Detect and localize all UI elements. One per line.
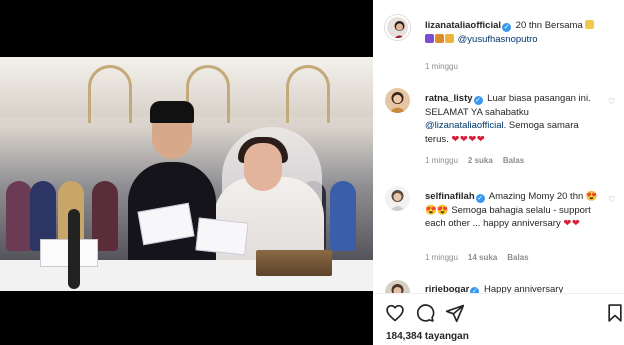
wedding-photo [0,57,373,291]
comment-text: selfinafilah ✓ Amazing Momy 20 thn 😍😍😍 Se… [425,190,600,231]
photo-arch [286,65,330,123]
microphone [68,209,80,289]
comment-time[interactable]: 1 minggu [425,156,458,165]
pray-emoji-icon [445,33,454,43]
reply-button[interactable]: Balas [503,156,524,165]
caption-meta: 1 minggu [425,62,458,71]
comment-mention[interactable]: @lizanataliaofficial [425,120,504,131]
guest-figure [6,181,32,251]
photo-arch [88,65,132,123]
comment-meta: 1 minggu 2 suka Balas [425,156,524,165]
marriage-book [195,217,249,256]
caption-mention[interactable]: @yusufhasnoputro [458,34,538,45]
comment-item: selfinafilah ✓ Amazing Momy 20 thn 😍😍😍 Se… [385,186,616,271]
comment-icon[interactable] [415,303,435,323]
comment-item: ratna_listy ✓ Luar biasa pasangan ini. SE… [385,88,616,173]
family-emoji-icon [425,33,434,43]
bouquet-emoji-icon [585,20,595,29]
comment-username[interactable]: ririebogar [425,284,469,293]
guest-figure [330,181,356,251]
bride-face [244,143,282,191]
avatar[interactable] [385,88,410,113]
caption-time[interactable]: 1 minggu [425,62,458,71]
comment-body: Happy anniversary [484,284,564,293]
caption-body: 20 thn Bersama [515,20,583,31]
post-media[interactable] [0,0,373,345]
comment-username[interactable]: ratna_listy [425,93,473,104]
like-comment-heart-icon[interactable]: ♡ [608,196,616,204]
bookmark-icon[interactable] [605,303,624,323]
avatar[interactable] [385,280,410,293]
wooden-box [256,250,332,276]
comment-item: ririebogar ✓ Happy anniversary [385,280,616,293]
like-comment-heart-icon[interactable]: ♡ [608,98,616,106]
comment-likes[interactable]: 2 suka [468,156,493,165]
post-actions [385,303,622,323]
comment-meta: 1 minggu 14 suka Balas [425,253,529,262]
post-side-panel: lizanataliaofficial ✓ 20 thn Bersama @yus… [373,0,624,345]
groom-cap [150,101,194,123]
couple-emoji-icon [435,33,444,43]
heart-emoji-icon: ❤❤ [563,218,581,229]
post-caption: lizanataliaofficial ✓ 20 thn Bersama @yus… [385,15,616,75]
section-divider [373,293,624,294]
comment-username[interactable]: selfinafilah [425,191,475,202]
heart-emoji-icon: ❤❤❤❤ [451,133,486,145]
comment-likes[interactable]: 14 suka [468,253,497,262]
comment-list[interactable]: lizanataliaofficial ✓ 20 thn Bersama @yus… [373,0,624,293]
comment-body: Amazing Momy 20 thn [488,191,584,202]
comment-text: ririebogar ✓ Happy anniversary [425,283,600,293]
verified-badge-icon: ✓ [475,194,485,203]
comment-text: ratna_listy ✓ Luar biasa pasangan ini. SE… [425,92,600,146]
caption-text: lizanataliaofficial ✓ 20 thn Bersama @yus… [425,19,600,46]
verified-badge-icon: ✓ [473,96,483,105]
verified-badge-icon: ✓ [502,23,512,32]
paper-plane-icon[interactable] [445,303,465,323]
view-count[interactable]: 184,384 tayangan [386,331,469,342]
avatar[interactable] [385,186,410,211]
caption-username[interactable]: lizanataliaofficial [425,20,501,31]
comment-time[interactable]: 1 minggu [425,253,458,262]
heart-icon[interactable] [385,303,405,323]
avatar[interactable] [385,15,410,40]
reply-button[interactable]: Balas [507,253,528,262]
